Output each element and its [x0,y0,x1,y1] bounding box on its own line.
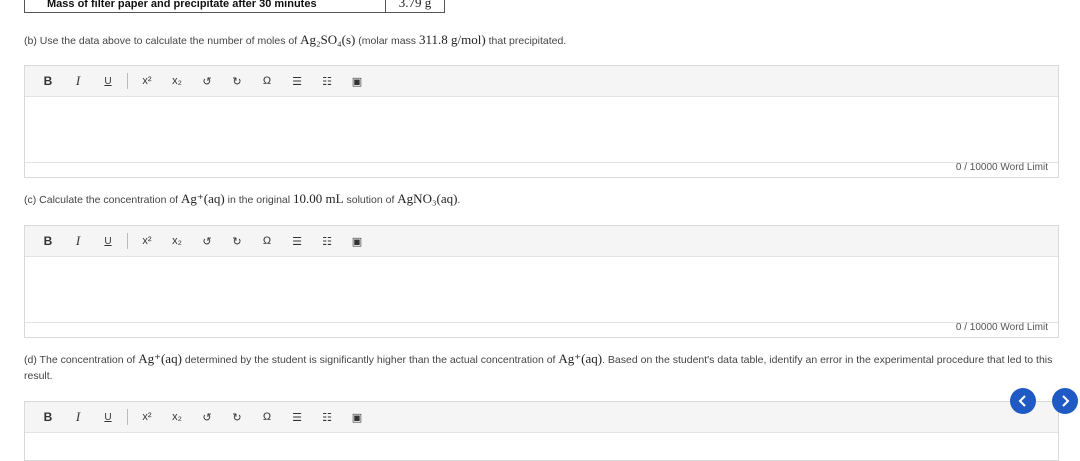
question-c-compound: AgNO₃(aq) [397,191,458,206]
question-c: (c) Calculate the concentration of Ag⁺(a… [24,191,1064,208]
question-c-end: . [457,194,461,206]
redo-icon[interactable]: ↻ [222,406,252,428]
data-table-row: Mass of filter paper and precipitate aft… [24,0,445,13]
answer-editor-c: B I U x² x₂ ↺ ↻ Ω ☰ ☷ ▣ 0 / 10000 Word L… [24,225,1059,338]
question-d-ion2: Ag⁺(aq) [558,351,603,366]
undo-icon[interactable]: ↺ [192,406,222,428]
word-limit-b: 0 / 10000 Word Limit [955,162,1048,173]
underline-button[interactable]: U [93,406,123,428]
superscript-button[interactable]: x² [132,230,162,252]
question-c-middle: in the original [227,194,291,206]
editor-toolbar: B I U x² x₂ ↺ ↻ Ω ☰ ☷ ▣ [25,226,1058,257]
answer-text-area-b[interactable] [25,97,1058,162]
editor-toolbar: B I U x² x₂ ↺ ↻ Ω ☰ ☷ ▣ [25,66,1058,97]
data-table-label: Mass of filter paper and precipitate aft… [25,0,386,12]
undo-icon[interactable]: ↺ [192,70,222,92]
answer-editor-b: B I U x² x₂ ↺ ↻ Ω ☰ ☷ ▣ 0 / 10000 Word L… [24,65,1059,178]
question-c-prefix: (c) Calculate the concentration of [24,194,179,206]
answer-text-area-c[interactable] [25,257,1058,322]
underline-button[interactable]: U [93,70,123,92]
question-d-ion1: Ag⁺(aq) [138,351,182,366]
underline-button[interactable]: U [93,230,123,252]
toolbar-divider [127,233,128,249]
insert-image-icon[interactable]: ▣ [342,230,372,252]
question-b-prefix: (b) Use the data above to calculate the … [24,35,298,47]
bold-button[interactable]: B [33,70,63,92]
toolbar-divider [127,409,128,425]
special-character-icon[interactable]: Ω [252,70,282,92]
chevron-right-icon [1062,395,1070,407]
data-table-value: 3.79 g [398,0,432,10]
bold-button[interactable]: B [33,406,63,428]
special-character-icon[interactable]: Ω [252,230,282,252]
previous-button[interactable] [1010,388,1036,414]
italic-button[interactable]: I [63,406,93,428]
numbered-list-icon[interactable]: ☷ [312,70,342,92]
editor-toolbar: B I U x² x₂ ↺ ↻ Ω ☰ ☷ ▣ [25,402,1058,433]
superscript-button[interactable]: x² [132,70,162,92]
bullet-list-icon[interactable]: ☰ [282,230,312,252]
answer-editor-d: B I U x² x₂ ↺ ↻ Ω ☰ ☷ ▣ [24,401,1059,461]
redo-icon[interactable]: ↻ [222,70,252,92]
question-b-mass: 311.8 g/mol) [418,32,486,47]
question-b-formula: Ag₂SO₄(s) [300,32,356,47]
italic-button[interactable]: I [63,230,93,252]
insert-image-icon[interactable]: ▣ [342,406,372,428]
subscript-button[interactable]: x₂ [162,230,192,252]
numbered-list-icon[interactable]: ☷ [312,230,342,252]
insert-image-icon[interactable]: ▣ [342,70,372,92]
question-b-suffix: that precipitated. [488,35,567,47]
word-limit-c: 0 / 10000 Word Limit [955,322,1048,333]
bullet-list-icon[interactable]: ☰ [282,70,312,92]
redo-icon[interactable]: ↻ [222,230,252,252]
bold-button[interactable]: B [33,230,63,252]
question-d-prefix: (d) The concentration of [24,354,136,366]
question-c-middle2: solution of [346,194,395,206]
question-b-middle: (molar mass [358,35,417,47]
question-d-middle: determined by the student is significant… [184,354,556,366]
italic-button[interactable]: I [63,70,93,92]
question-c-ion: Ag⁺(aq) [181,191,225,206]
undo-icon[interactable]: ↺ [192,230,222,252]
toolbar-divider [127,73,128,89]
special-character-icon[interactable]: Ω [252,406,282,428]
question-b: (b) Use the data above to calculate the … [24,32,1064,49]
subscript-button[interactable]: x₂ [162,406,192,428]
subscript-button[interactable]: x₂ [162,70,192,92]
chevron-left-icon [1018,395,1026,407]
question-d: (d) The concentration of Ag⁺(aq) determi… [24,351,1064,384]
superscript-button[interactable]: x² [132,406,162,428]
numbered-list-icon[interactable]: ☷ [312,406,342,428]
bullet-list-icon[interactable]: ☰ [282,406,312,428]
next-button[interactable] [1052,388,1078,414]
question-c-volume: 10.00 mL [293,191,344,206]
